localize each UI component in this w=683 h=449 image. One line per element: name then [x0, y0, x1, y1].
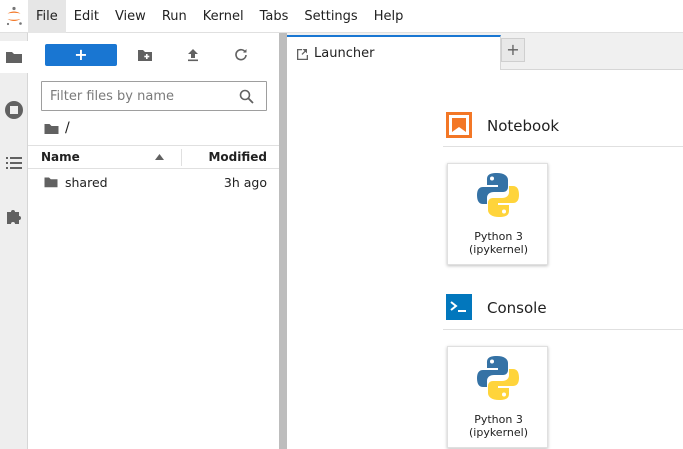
breadcrumb-root[interactable]: /: [65, 120, 70, 136]
list-item[interactable]: shared 3h ago: [28, 172, 279, 194]
card-label: Python 3 (ipykernel): [448, 413, 549, 439]
menu-file[interactable]: File: [28, 0, 66, 33]
folder-icon: [6, 52, 22, 63]
column-divider[interactable]: [181, 149, 182, 166]
menu-edit[interactable]: Edit: [66, 0, 107, 33]
search-icon: [239, 89, 254, 104]
breadcrumb: /: [44, 118, 70, 138]
menu-settings[interactable]: Settings: [296, 0, 365, 33]
menu-help[interactable]: Help: [366, 0, 412, 33]
tab-launcher[interactable]: Launcher: [287, 35, 501, 70]
name-column-header[interactable]: Name: [41, 150, 80, 164]
activity-bar: [0, 33, 28, 449]
kernel-name: Python 3: [474, 413, 523, 426]
menu-view[interactable]: View: [107, 0, 154, 33]
notebook-section-icon: [446, 112, 472, 138]
console-section-title: Console: [487, 299, 547, 317]
file-filter-input[interactable]: [50, 88, 230, 104]
kernel-spec: (ipykernel): [468, 426, 528, 439]
file-browser-tab[interactable]: [0, 41, 28, 73]
divider: [443, 146, 683, 147]
extension-icon: [7, 210, 21, 224]
new-folder-button[interactable]: [131, 44, 159, 66]
console-python3-card[interactable]: Python 3 (ipykernel): [447, 346, 548, 448]
home-folder-icon[interactable]: [44, 122, 59, 135]
running-sessions-tab[interactable]: [0, 94, 28, 126]
menu-bar: File Edit View Run Kernel Tabs Settings …: [0, 0, 683, 33]
toc-icon: [6, 157, 22, 169]
menu-tabs[interactable]: Tabs: [252, 0, 297, 33]
file-filter: [41, 81, 267, 111]
plus-icon: +: [74, 45, 88, 64]
new-launcher-button[interactable]: +: [45, 44, 117, 66]
jupyter-logo-icon: [0, 0, 28, 33]
divider: [443, 329, 683, 330]
new-folder-icon: [138, 50, 152, 61]
file-browser-toolbar: +: [28, 41, 279, 69]
console-section-icon: [446, 294, 472, 320]
listing-header: Name Modified: [28, 145, 279, 169]
notebook-python3-card[interactable]: Python 3 (ipykernel): [447, 163, 548, 265]
add-tab-button[interactable]: +: [501, 38, 525, 62]
python-logo-icon: [477, 173, 519, 217]
python-logo-icon: [477, 356, 519, 400]
tab-bar: Launcher +: [287, 33, 683, 70]
notebook-section-title: Notebook: [487, 117, 560, 135]
panel-splitter[interactable]: [279, 33, 287, 449]
kernel-spec: (ipykernel): [468, 243, 528, 256]
menu-run[interactable]: Run: [154, 0, 195, 33]
upload-button[interactable]: [179, 44, 207, 66]
file-modified: 3h ago: [223, 175, 267, 190]
card-label: Python 3 (ipykernel): [448, 230, 549, 256]
plus-icon: +: [506, 40, 520, 59]
file-browser-panel: + /: [28, 33, 279, 449]
extension-manager-tab[interactable]: [0, 200, 28, 232]
folder-icon: [44, 177, 58, 188]
sort-ascending-icon: [155, 154, 164, 160]
table-of-contents-tab[interactable]: [0, 147, 28, 179]
running-icon: [5, 101, 23, 119]
upload-icon: [188, 49, 198, 62]
launcher-tab-icon: [297, 48, 308, 60]
file-name: shared: [65, 175, 108, 190]
refresh-button[interactable]: [227, 44, 255, 66]
menu-kernel[interactable]: Kernel: [195, 0, 252, 33]
modified-column-header[interactable]: Modified: [208, 150, 267, 164]
kernel-name: Python 3: [474, 230, 523, 243]
main-area: Launcher + Notebook Python 3 (ipykernel): [287, 33, 683, 449]
tab-label: Launcher: [314, 46, 375, 61]
refresh-icon: [235, 48, 247, 61]
